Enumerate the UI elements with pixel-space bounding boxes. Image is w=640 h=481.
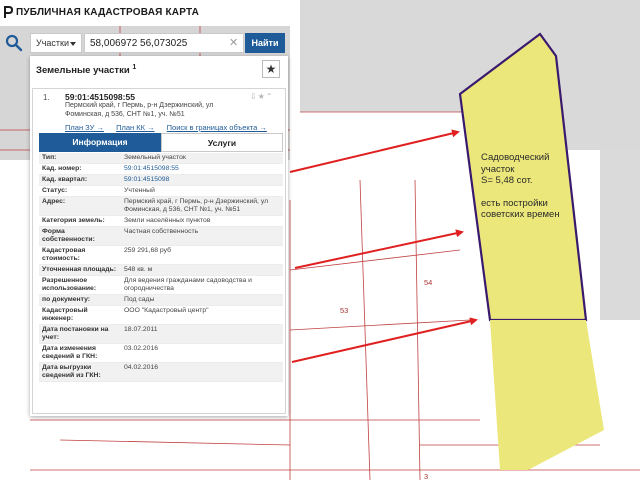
property-key: Кад. номер: — [39, 163, 121, 175]
property-value: Под сады — [121, 294, 283, 306]
find-button[interactable]: Найти — [245, 33, 285, 53]
property-key: Статус: — [39, 185, 121, 197]
property-key: Тип: — [39, 153, 121, 164]
tab-info[interactable]: Информация — [39, 133, 161, 152]
property-value: Земли населённых пунктов — [121, 215, 283, 227]
property-value: 548 кв. м — [121, 264, 283, 276]
results-panel: Земельные участки 1 ★ 1. 59:01:4515098:5… — [30, 56, 288, 416]
tabs: Информация Услуги — [39, 133, 283, 152]
property-key: по документу: — [39, 294, 121, 306]
panel-title-text: Земельные участки — [36, 65, 130, 77]
property-key: Кадастровый инженер: — [39, 305, 121, 325]
property-key: Дата постановки на учет: — [39, 324, 121, 344]
property-key: Уточненная площадь: — [39, 264, 121, 276]
chevron-up-icon[interactable]: ⌃ — [266, 92, 274, 101]
result-address: Пермский край, г Пермь, р-н Дзержинский,… — [65, 102, 214, 118]
property-key: Кадастровая стоимость: — [39, 245, 121, 265]
property-key: Форма собственности: — [39, 226, 121, 246]
property-key: Дата выгрузки сведений из ГКН: — [39, 362, 121, 382]
table-row: Кадастровый инженер: ООО "Кадастровый цен… — [39, 305, 283, 325]
logo-icon — [4, 6, 13, 18]
app-title: ПУБЛИЧНАЯ КАДАСТРОВАЯ КАРТА — [16, 7, 200, 18]
annotation-line: Садоводческий — [481, 152, 550, 163]
tab-services[interactable]: Услуги — [161, 133, 283, 152]
annotation-line: участок — [481, 163, 515, 175]
property-key: Категория земель: — [39, 215, 121, 227]
table-row: по документу: Под сады — [39, 294, 283, 306]
property-key: Дата изменения сведений в ГКН: — [39, 343, 121, 363]
properties-table: Тип: Земельный участок Кад. номер: 59:01:4… — [39, 153, 283, 382]
link-search-bounds[interactable]: Поиск в границах объекта → — [167, 123, 267, 132]
property-key: Разрешенное использование: — [39, 275, 121, 295]
parcel-label: 53 — [340, 306, 349, 315]
property-key: Адрес: — [39, 196, 121, 216]
table-row: Форма собственности: Частная собственност… — [39, 226, 283, 246]
table-row: Дата выгрузки сведений из ГКН: 04.02.2016 — [39, 362, 283, 382]
link-plan-kk[interactable]: План КК → — [116, 123, 155, 132]
result-count: 1 — [132, 64, 137, 71]
table-row: Дата изменения сведений в ГКН: 03.02.2016 — [39, 343, 283, 363]
property-value: 04.02.2016 — [121, 362, 283, 382]
search-type-select[interactable]: Участки — [30, 33, 82, 53]
cadastral-number[interactable]: 59:01:4515098:55 — [65, 92, 135, 102]
download-icon[interactable]: ⇩ — [250, 92, 258, 101]
property-key: Кад. квартал: — [39, 174, 121, 186]
table-row: Кад. номер: 59:01:4515098:55 — [39, 163, 283, 175]
parcel-label: 54 — [424, 278, 433, 287]
result-links: План ЗУ → План КК → Поиск в границах объ… — [65, 123, 277, 132]
table-row: Разрешенное использование: Для ведения гр… — [39, 275, 283, 295]
property-value: ООО "Кадастровый центр" — [121, 305, 283, 325]
panel-title: Земельные участки 1 — [36, 64, 136, 76]
table-row: Категория земель: Земли населённых пункто… — [39, 215, 283, 227]
property-value: Частная собственность — [121, 226, 283, 246]
annotation-line: S= 5,48 сот. — [481, 175, 533, 186]
property-value: Для ведения гражданами садоводства и ого… — [121, 275, 283, 295]
property-value: Земельный участок — [121, 153, 283, 164]
annotation-line: есть постройки — [481, 197, 548, 209]
table-row: Уточненная площадь: 548 кв. м — [39, 264, 283, 276]
table-row: Тип: Земельный участок — [39, 153, 283, 164]
table-row: Статус: Учтенный — [39, 185, 283, 197]
favorite-icon[interactable]: ★ — [258, 92, 266, 101]
map-area-white — [0, 160, 30, 480]
star-icon[interactable]: ★ — [262, 60, 280, 78]
property-value: 259 291,68 руб — [121, 245, 283, 265]
parcel-annotation: Садоводческий участок S= 5,48 сот. есть … — [481, 152, 601, 221]
search-icon[interactable] — [4, 33, 24, 53]
table-row: Дата постановки на учет: 18.07.2011 — [39, 324, 283, 344]
property-value: Пермский край, г Пермь, р-н Дзержинский,… — [121, 196, 283, 216]
property-value: Учтенный — [121, 185, 283, 197]
property-value[interactable]: 59:01:4515098 — [121, 174, 283, 186]
result-index: 1. — [43, 93, 50, 102]
result-item: 1. 59:01:4515098:55 ⇩★⌃ Пермский край, г… — [32, 88, 286, 414]
annotation-line: советских времен — [481, 209, 560, 220]
link-plan-zu[interactable]: План ЗУ → — [65, 123, 104, 132]
table-row: Кад. квартал: 59:01:4515098 — [39, 174, 283, 186]
property-value[interactable]: 59:01:4515098:55 — [121, 163, 283, 175]
property-value: 18.07.2011 — [121, 324, 283, 344]
property-value: 03.02.2016 — [121, 343, 283, 363]
search-input[interactable] — [84, 33, 244, 53]
table-row: Адрес: Пермский край, г Пермь, р-н Дзержи… — [39, 196, 283, 216]
app-header: ПУБЛИЧНАЯ КАДАСТРОВАЯ КАРТА — [0, 0, 300, 26]
map-area-grey — [600, 150, 640, 320]
chevron-down-icon — [70, 42, 76, 46]
clear-icon[interactable]: ✕ — [229, 36, 238, 49]
table-row: Кадастровая стоимость: 259 291,68 руб — [39, 245, 283, 265]
search-type-label: Участки — [36, 38, 69, 48]
result-tools: ⇩★⌃ — [250, 92, 274, 101]
